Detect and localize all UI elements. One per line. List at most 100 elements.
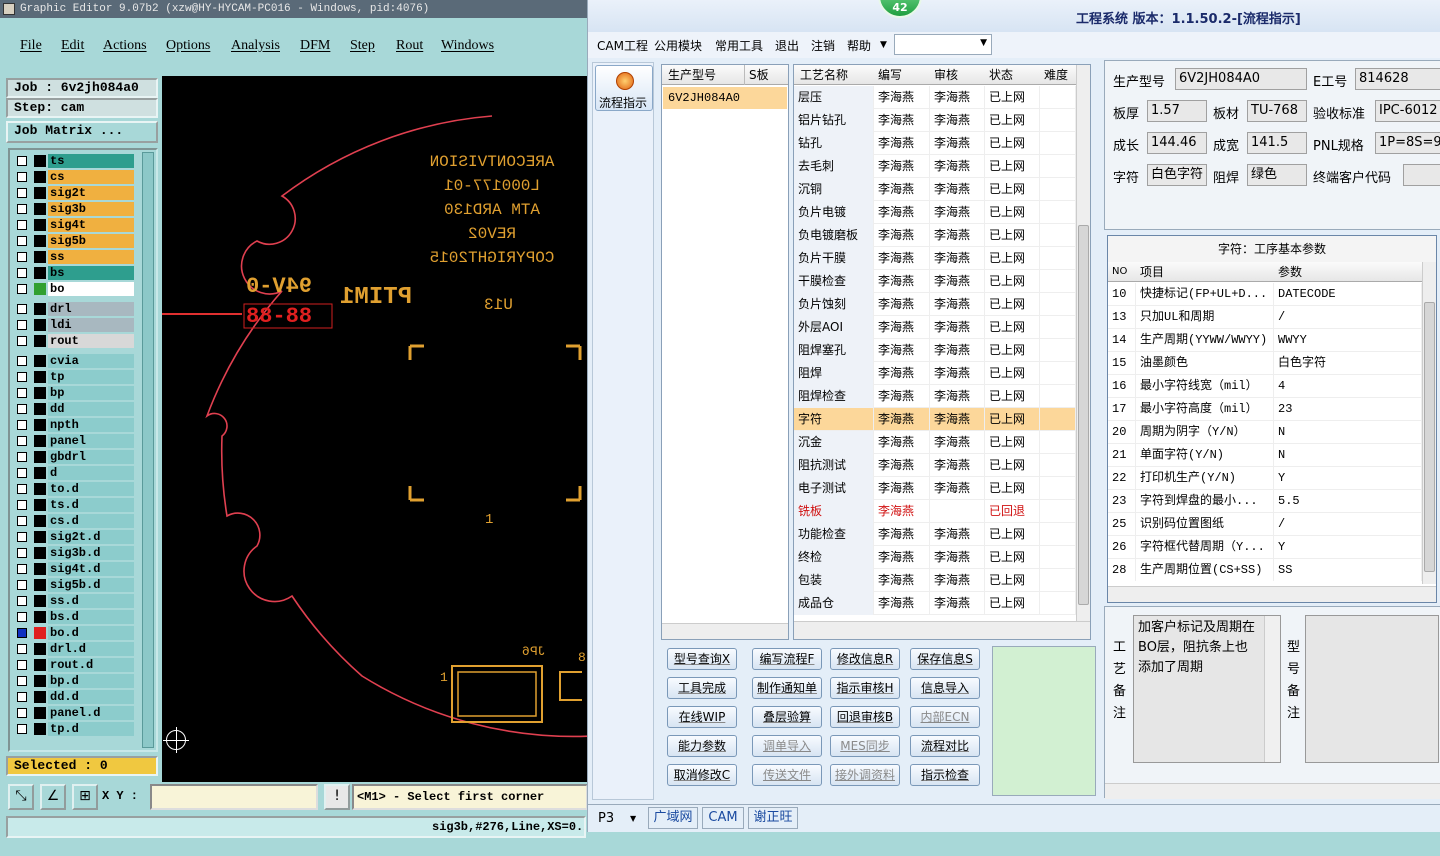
layer-name[interactable]: panel: [48, 434, 134, 448]
layer-color-swatch[interactable]: [34, 387, 46, 399]
layer-name[interactable]: to.d: [48, 482, 134, 496]
action-button[interactable]: 指示审核H: [830, 677, 900, 699]
layer-checkbox[interactable]: [17, 304, 27, 314]
layer-checkbox[interactable]: [17, 388, 27, 398]
layer-color-swatch[interactable]: [34, 659, 46, 671]
layer-name[interactable]: ss: [48, 250, 134, 264]
layer-name[interactable]: sig4t: [48, 218, 134, 232]
layer-row[interactable]: sig4t: [14, 218, 136, 232]
layer-color-swatch[interactable]: [34, 303, 46, 315]
layer-checkbox[interactable]: [17, 580, 27, 590]
flow-indicator-button[interactable]: 流程指示: [595, 65, 653, 111]
layer-name[interactable]: cs: [48, 170, 134, 184]
length-field[interactable]: 144.46: [1147, 132, 1207, 154]
process-row[interactable]: 阻焊塞孔 李海燕 李海燕 已上网: [794, 339, 1076, 362]
layer-name[interactable]: gbdrl: [48, 450, 134, 464]
action-button[interactable]: 回退审核B: [830, 706, 900, 728]
process-row[interactable]: 终检 李海燕 李海燕 已上网: [794, 546, 1076, 569]
layer-row[interactable]: bo: [14, 282, 136, 296]
param-row[interactable]: 13 只加UL和周期 /: [1108, 306, 1422, 329]
layer-checkbox[interactable]: [17, 320, 27, 330]
layer-row[interactable]: npth: [14, 418, 136, 432]
layer-color-swatch[interactable]: [34, 643, 46, 655]
action-button[interactable]: 指示检查: [910, 764, 980, 786]
action-button[interactable]: 调单导入: [752, 735, 822, 757]
zoom-fit-icon[interactable]: ⤡: [8, 784, 34, 810]
remarks-hscroll[interactable]: [1105, 783, 1440, 799]
layer-color-swatch[interactable]: [34, 627, 46, 639]
process-row[interactable]: 铝片钻孔 李海燕 李海燕 已上网: [794, 109, 1076, 132]
layer-row[interactable]: dd.d: [14, 690, 136, 704]
width-field[interactable]: 141.5: [1247, 132, 1307, 154]
grid-icon[interactable]: ⊞: [72, 784, 98, 810]
process-row[interactable]: 阻焊 李海燕 李海燕 已上网: [794, 362, 1076, 385]
layer-color-swatch[interactable]: [34, 267, 46, 279]
layer-row[interactable]: tp: [14, 370, 136, 384]
layer-name[interactable]: bs: [48, 266, 134, 280]
menu-edit[interactable]: Edit: [61, 38, 84, 54]
layer-checkbox[interactable]: [17, 516, 27, 526]
action-button[interactable]: 制作通知单: [752, 677, 822, 699]
layer-checkbox[interactable]: [17, 500, 27, 510]
layer-row[interactable]: gbdrl: [14, 450, 136, 464]
layer-row[interactable]: panel: [14, 434, 136, 448]
layer-color-swatch[interactable]: [34, 435, 46, 447]
layer-color-swatch[interactable]: [34, 563, 46, 575]
action-button[interactable]: MES同步: [830, 735, 900, 757]
action-button[interactable]: 在线WIP: [667, 706, 737, 728]
layer-name[interactable]: sig2t: [48, 186, 134, 200]
layer-name[interactable]: npth: [48, 418, 134, 432]
graphic-canvas[interactable]: ARECONTVISION L000177-01 ATM ARD130 REV0…: [162, 76, 588, 782]
layer-checkbox[interactable]: [17, 484, 27, 494]
layer-row[interactable]: bs: [14, 266, 136, 280]
process-row[interactable]: 字符 李海燕 李海燕 已上网: [794, 408, 1076, 431]
layer-checkbox[interactable]: [17, 356, 27, 366]
layer-row[interactable]: drl.d: [14, 642, 136, 656]
layer-color-swatch[interactable]: [34, 251, 46, 263]
process-row[interactable]: 外层AOI 李海燕 李海燕 已上网: [794, 316, 1076, 339]
param-row[interactable]: 20 周期为阴字（Y/N） N: [1108, 421, 1422, 444]
layer-row[interactable]: rout: [14, 334, 136, 348]
layer-color-swatch[interactable]: [34, 531, 46, 543]
standard-field[interactable]: IPC-6012: [1375, 100, 1440, 122]
model-remark-field[interactable]: [1305, 615, 1439, 763]
process-row[interactable]: 钻孔 李海燕 李海燕 已上网: [794, 132, 1076, 155]
layer-checkbox[interactable]: [17, 372, 27, 382]
char-field[interactable]: 白色字符: [1147, 164, 1207, 186]
menu-exit[interactable]: 退出: [775, 37, 799, 54]
layer-row[interactable]: to.d: [14, 482, 136, 496]
layer-name[interactable]: ts.d: [48, 498, 134, 512]
layer-checkbox[interactable]: [17, 468, 27, 478]
layer-color-swatch[interactable]: [34, 515, 46, 527]
layer-name[interactable]: dd: [48, 402, 134, 416]
layer-row[interactable]: bo.d: [14, 626, 136, 640]
process-row[interactable]: 负片蚀刻 李海燕 李海燕 已上网: [794, 293, 1076, 316]
layer-color-swatch[interactable]: [34, 187, 46, 199]
param-row[interactable]: 17 最小字符高度（mil） 23: [1108, 398, 1422, 421]
layer-color-swatch[interactable]: [34, 451, 46, 463]
param-row[interactable]: 28 生产周期位置(CS+SS) SS: [1108, 559, 1422, 581]
layer-name[interactable]: cs.d: [48, 514, 134, 528]
layer-name[interactable]: tp.d: [48, 722, 134, 736]
layer-checkbox[interactable]: [17, 628, 27, 638]
layer-row[interactable]: tp.d: [14, 722, 136, 736]
layer-row[interactable]: sig2t: [14, 186, 136, 200]
process-row[interactable]: 负电镀磨板 李海燕 李海燕 已上网: [794, 224, 1076, 247]
layer-checkbox[interactable]: [17, 532, 27, 542]
layer-checkbox[interactable]: [17, 436, 27, 446]
layer-color-swatch[interactable]: [34, 283, 46, 295]
action-button[interactable]: 修改信息R: [830, 648, 900, 670]
menu-actions[interactable]: Actions: [103, 38, 147, 54]
layer-color-swatch[interactable]: [34, 355, 46, 367]
layer-name[interactable]: sig4t.d: [48, 562, 134, 576]
param-row[interactable]: 22 打印机生产(Y/N) Y: [1108, 467, 1422, 490]
layer-name[interactable]: bp.d: [48, 674, 134, 688]
param-row[interactable]: 15 油墨颜色 白色字符: [1108, 352, 1422, 375]
layer-checkbox[interactable]: [17, 676, 27, 686]
layer-row[interactable]: ss: [14, 250, 136, 264]
param-vscroll[interactable]: [1422, 262, 1436, 584]
layer-checkbox[interactable]: [17, 420, 27, 430]
status-p3[interactable]: P3: [598, 811, 614, 826]
action-button[interactable]: 传送文件: [752, 764, 822, 786]
layer-checkbox[interactable]: [17, 156, 27, 166]
